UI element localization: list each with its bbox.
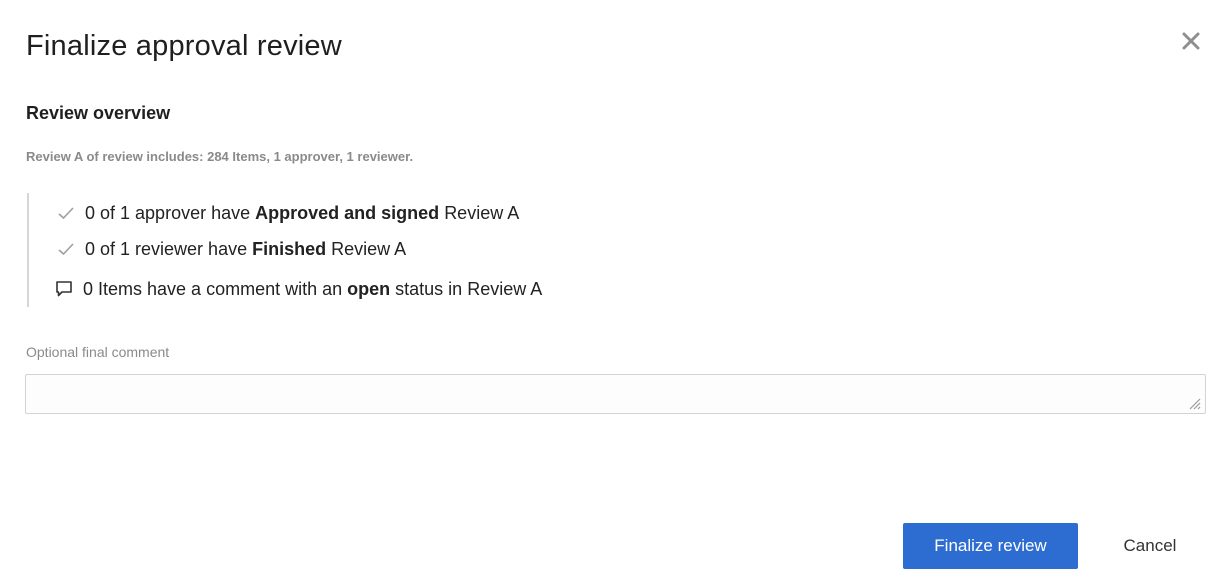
cancel-button[interactable]: Cancel [1100, 523, 1200, 569]
status-item-comments: 0 Items have a comment with an open stat… [53, 276, 542, 302]
close-icon [1182, 32, 1200, 50]
status-text-before: 0 of 1 approver have [85, 202, 251, 223]
status-text-bold: open [347, 278, 391, 299]
check-icon [55, 239, 77, 259]
status-item-reviewers: 0 of 1 reviewer have Finished Review A [53, 236, 406, 262]
review-summary: Review A of review includes: 284 Items, … [26, 149, 414, 164]
status-text-before: 0 Items have a comment with an [83, 278, 343, 299]
status-item-approvers: 0 of 1 approver have Approved and signed… [53, 200, 519, 226]
status-text-after: Review A [444, 202, 520, 223]
final-comment-label: Optional final comment [26, 344, 170, 360]
review-overview-heading: Review overview [26, 103, 171, 123]
check-icon [55, 203, 77, 223]
status-text-bold: Finished [252, 238, 327, 259]
comment-icon [53, 279, 75, 299]
finalize-review-dialog: Finalize approval review Review overview… [0, 0, 1227, 588]
status-text-before: 0 of 1 reviewer have [85, 238, 248, 259]
status-text-after: status in Review A [395, 278, 543, 299]
finalize-review-button[interactable]: Finalize review [903, 523, 1078, 569]
status-text-bold: Approved and signed [255, 202, 440, 223]
status-list: 0 of 1 approver have Approved and signed… [27, 193, 789, 307]
final-comment-input[interactable] [25, 374, 1206, 414]
dialog-title: Finalize approval review [26, 30, 342, 62]
close-button[interactable] [1180, 30, 1202, 52]
status-text-after: Review A [331, 238, 407, 259]
